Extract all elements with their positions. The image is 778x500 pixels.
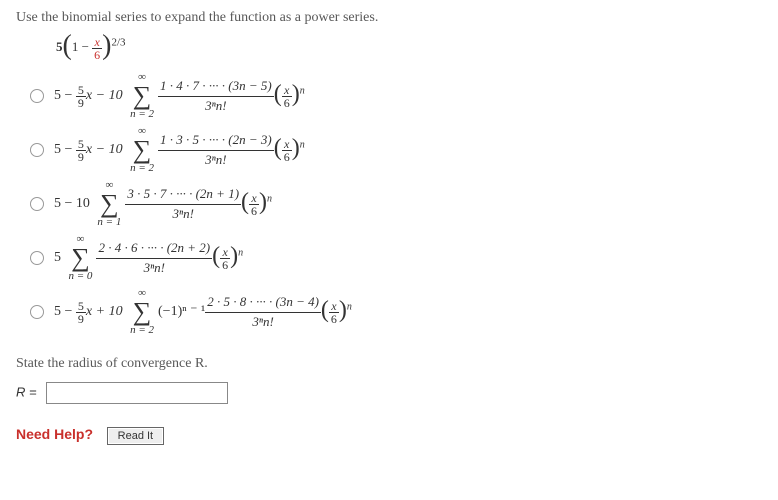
choice-3[interactable]: 5 − 10 ∞∑n = 13 · 5 · 7 · ··· · (2n + 1)… (30, 180, 762, 228)
choice-3-expression: 5 − 10 ∞∑n = 13 · 5 · 7 · ··· · (2n + 1)… (54, 180, 272, 228)
choice-1[interactable]: 5 − 59x − 10 ∞∑n = 21 · 4 · 7 · ··· · (3… (30, 72, 762, 120)
question-prompt: Use the binomial series to expand the fu… (16, 10, 762, 26)
read-it-button[interactable]: Read It (107, 427, 164, 445)
choice-5[interactable]: 5 − 59x + 10 ∞∑n = 2(−1)ⁿ ⁻ ¹2 · 5 · 8 ·… (30, 288, 762, 336)
base-expression: 5(1 − x6)2/3 (56, 34, 762, 62)
radio-3[interactable] (30, 197, 44, 211)
choice-4[interactable]: 5 ∞∑n = 02 · 4 · 6 · ··· · (2n + 2)3ⁿn!(… (30, 234, 762, 282)
choice-5-expression: 5 − 59x + 10 ∞∑n = 2(−1)ⁿ ⁻ ¹2 · 5 · 8 ·… (54, 288, 352, 336)
r-label: R = (16, 384, 40, 399)
radio-2[interactable] (30, 143, 44, 157)
radius-input-row: R = (16, 382, 762, 404)
choice-4-expression: 5 ∞∑n = 02 · 4 · 6 · ··· · (2n + 2)3ⁿn!(… (54, 234, 243, 282)
radio-5[interactable] (30, 305, 44, 319)
radius-prompt: State the radius of convergence R. (16, 356, 762, 372)
radio-1[interactable] (30, 89, 44, 103)
choice-2-expression: 5 − 59x − 10 ∞∑n = 21 · 3 · 5 · ··· · (2… (54, 126, 305, 174)
radio-4[interactable] (30, 251, 44, 265)
radius-input[interactable] (46, 382, 228, 404)
need-help-label: Need Help? (16, 426, 93, 442)
choice-1-expression: 5 − 59x − 10 ∞∑n = 21 · 4 · 7 · ··· · (3… (54, 72, 305, 120)
choice-2[interactable]: 5 − 59x − 10 ∞∑n = 21 · 3 · 5 · ··· · (2… (30, 126, 762, 174)
